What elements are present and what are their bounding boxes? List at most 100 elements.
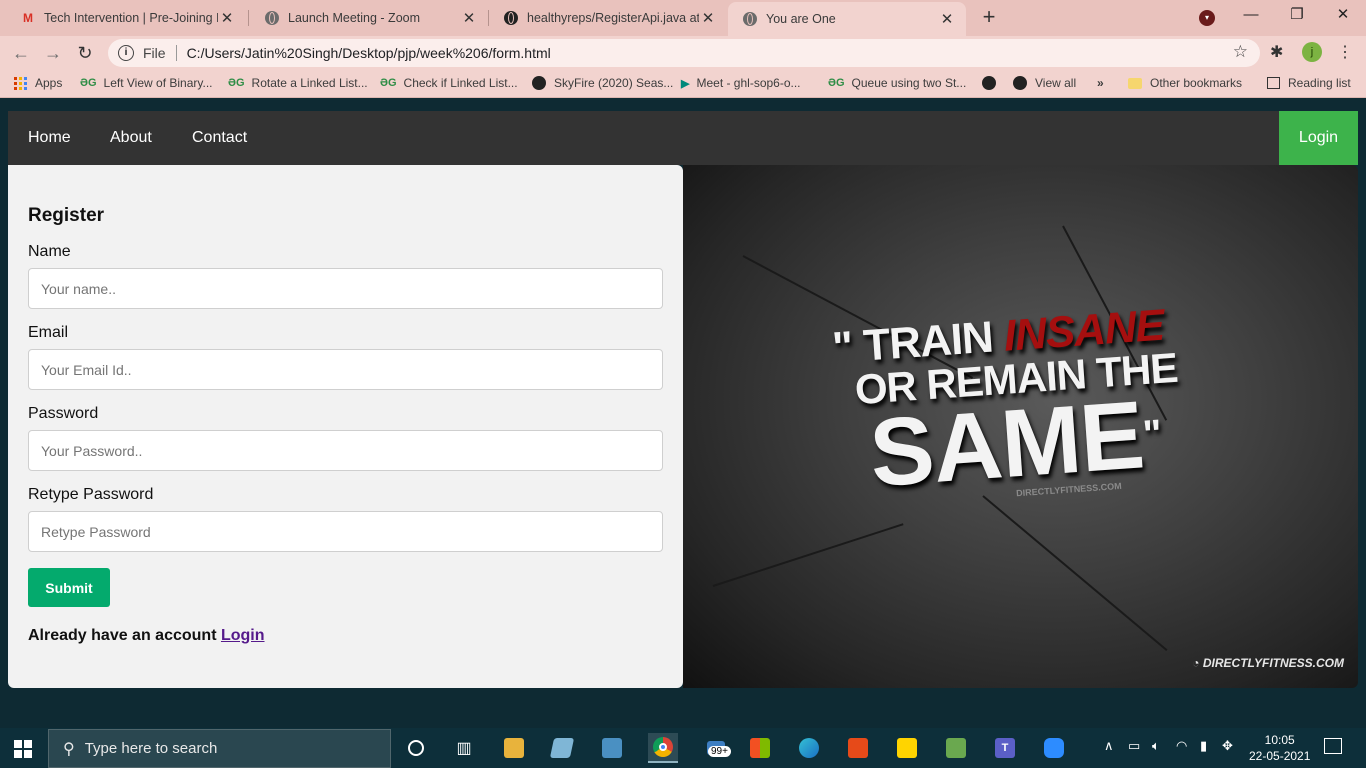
forward-button[interactable]: → [40,40,66,66]
bookmark-view-all[interactable]: View all [1013,76,1076,90]
geeksforgeeks-icon: ƏG [228,77,245,89]
bookmark-star-icon[interactable]: ☆ [1233,42,1248,62]
office-icon[interactable] [846,736,870,760]
address-bar-row: ← → ↻ i File C:/Users/Jatin%20Singh/Desk… [0,36,1366,70]
geeksforgeeks-icon: ƏG [80,77,97,89]
search-icon: ⚲ [63,740,75,758]
tab-gmail[interactable]: M Tech Intervention | Pre-Joining Le ✕ [6,0,246,36]
edge-icon[interactable] [797,736,821,760]
task-view-icon[interactable]: ▥ [452,736,476,760]
page-viewport: Home About Contact Login Register Name E… [0,98,1366,728]
nav-home-link[interactable]: Home [28,111,71,165]
address-input[interactable]: i File C:/Users/Jatin%20Singh/Desktop/pj… [108,39,1260,67]
mail-badge: 99+ [708,746,731,757]
reading-list[interactable]: Reading list [1267,76,1351,90]
bookmark-label: Check if Linked List... [403,76,518,90]
volume-icon[interactable]: 🔈︎ [1152,738,1160,754]
reading-list-icon [1267,77,1280,89]
browser-tab-bar: M Tech Intervention | Pre-Joining Le ✕ L… [0,0,1366,36]
password-label: Password [28,405,99,422]
bookmark-label: Rotate a Linked List... [251,76,368,90]
new-tab-button[interactable]: + [975,4,1003,32]
password-input[interactable] [28,430,663,471]
teams-icon[interactable]: T [993,736,1017,760]
windows-start-icon[interactable] [14,740,32,758]
poster-line-3: SAME" [843,381,1188,507]
close-icon[interactable]: ✕ [699,9,717,27]
back-button[interactable]: ← [8,40,34,66]
brand-watermark: ◔ DIRECTLYFITNESS.COM [1192,656,1344,670]
email-input[interactable] [28,349,663,390]
bookmark-item[interactable] [982,76,1004,90]
file-explorer-icon[interactable] [502,736,526,760]
notification-icon[interactable] [1324,738,1342,754]
microphone-icon[interactable]: ▮ [1200,738,1207,754]
restore-button[interactable]: ❐ [1274,0,1320,32]
extensions-puzzle-icon[interactable]: ✱ [1270,42,1283,62]
name-input[interactable] [28,268,663,309]
register-form: Register Name Email Password Retype Pass… [8,165,683,688]
bookmark-item[interactable]: SkyFire (2020) Seas... [532,76,673,90]
store-icon[interactable] [748,736,772,760]
battery-icon[interactable]: ▭ [1128,738,1140,754]
bookmark-label: Apps [35,76,63,90]
info-icon[interactable]: i [118,45,134,61]
poster-quote: " TRAIN INSANE OR REMAIN THE SAME" DIREC… [817,301,1189,512]
globe-icon [742,11,758,27]
sticky-notes-icon[interactable] [895,736,919,760]
bookmark-item[interactable]: ƏG Check if Linked List... [380,76,518,90]
bookmark-label: View all [1035,76,1077,90]
close-icon[interactable]: ✕ [938,10,956,28]
rock-crack [982,495,1168,652]
zoom-icon[interactable] [1042,736,1066,760]
chrome-icon[interactable] [648,733,678,763]
cortana-icon[interactable] [404,736,428,760]
site-icon [1013,76,1027,90]
bookmark-apps[interactable]: Apps [14,76,62,90]
tab-search-icon[interactable]: ▾ [1199,10,1215,26]
close-icon[interactable]: ✕ [460,9,478,27]
submit-button[interactable]: Submit [28,568,110,607]
dropbox-icon[interactable]: ✥ [1222,738,1233,754]
tab-you-are-one[interactable]: You are One ✕ [728,2,966,36]
bookmarks-overflow-button[interactable]: » [1097,76,1104,90]
login-prompt-text: Already have an account [28,627,217,644]
bookmark-item[interactable]: ƏG Queue using two St... [828,76,966,90]
mail-icon[interactable]: 99+ [698,736,734,760]
tab-github[interactable]: healthyreps/RegisterApi.java at p ✕ [489,0,727,36]
bookmark-item[interactable]: ƏG Left View of Binary... [80,76,213,90]
bookmark-item[interactable]: ƏG Rotate a Linked List... [228,76,368,90]
nav-contact-link[interactable]: Contact [192,111,247,165]
motivation-poster-image: " TRAIN INSANE OR REMAIN THE SAME" DIREC… [683,165,1358,688]
bookmark-other[interactable]: Other bookmarks [1128,76,1242,90]
brand-swirl-icon: ◔ [1192,656,1200,670]
minimize-button[interactable]: — [1228,0,1274,32]
profile-avatar[interactable]: j [1302,42,1322,62]
nav-login-button[interactable]: Login [1279,111,1358,165]
tab-title: Launch Meeting - Zoom [288,11,421,25]
geeksforgeeks-icon: ƏG [828,77,845,89]
tab-zoom[interactable]: Launch Meeting - Zoom ✕ [250,0,488,36]
pc-app-icon[interactable] [600,736,624,760]
menu-kebab-icon[interactable]: ⋮ [1337,42,1353,62]
close-window-button[interactable]: ✕ [1320,0,1366,32]
tray-chevron-icon[interactable]: ∧ [1104,738,1114,754]
gmail-icon: M [23,11,33,25]
bookmark-label: Reading list [1288,76,1351,90]
reload-button[interactable]: ↻ [72,40,98,66]
login-prompt: Already have an account Login [28,627,265,645]
bookmark-item[interactable]: ▶ Meet - ghl-sop6-o... [681,76,801,90]
clock-time: 10:05 [1264,733,1295,747]
notes-app-icon[interactable] [549,736,575,760]
taskbar-clock[interactable]: 10:05 22-05-2021 [1249,732,1310,764]
taskbar-search-input[interactable]: ⚲ Type here to search [48,729,391,768]
retype-password-label: Retype Password [28,486,154,503]
nav-about-link[interactable]: About [110,111,152,165]
bookmarks-bar: Apps ƏG Left View of Binary... ƏG Rotate… [0,70,1366,98]
close-icon[interactable]: ✕ [218,9,236,27]
login-link[interactable]: Login [221,627,265,644]
notepad-icon[interactable] [944,736,968,760]
wifi-icon[interactable]: ◠ [1176,738,1187,754]
search-placeholder: Type here to search [84,740,218,757]
retype-password-input[interactable] [28,511,663,552]
